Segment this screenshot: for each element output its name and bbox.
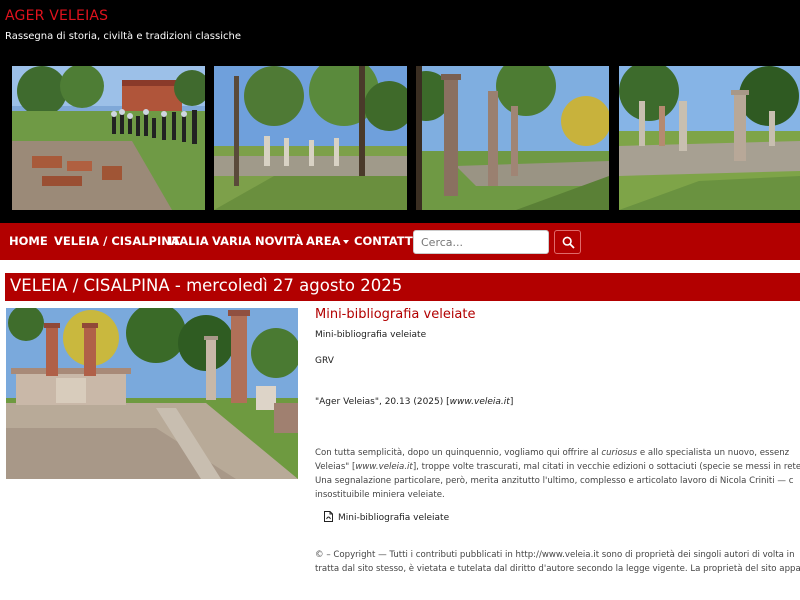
nav-item-area-dropdown[interactable]: AREA	[306, 234, 349, 248]
citation-prefix: "Ager Veleias", 20.13 (2025) [	[315, 397, 450, 407]
attachment-label: Mini-bibliografia veleiate	[338, 513, 450, 523]
copyright-line: © – Copyright — Tutti i contributi pubbl…	[315, 550, 795, 560]
article-subtitle: Mini-bibliografia veleiate	[315, 330, 427, 340]
article-title[interactable]: Mini-bibliografia veleiate	[315, 307, 476, 322]
search-icon	[562, 236, 575, 249]
article-image	[6, 308, 298, 479]
header-photo-park	[214, 66, 407, 210]
section-heading-text: VELEIA / CISALPINA - mercoledì 27 agosto…	[10, 276, 403, 295]
search-button[interactable]	[554, 230, 581, 254]
nav-item-varia[interactable]: VARIA	[212, 234, 251, 248]
copyright-line: tratta dal sito stesso, è vietata e tute…	[315, 564, 800, 574]
search-input[interactable]	[413, 230, 549, 254]
nav-item-contatti[interactable]: CONTATTI	[354, 234, 417, 248]
section-heading: VELEIA / CISALPINA - mercoledì 27 agosto…	[5, 273, 800, 301]
pdf-file-icon	[324, 511, 333, 522]
body-line: insostituibile miniera veleiate.	[315, 490, 445, 500]
header-photo-visitors	[12, 66, 205, 210]
article-author: GRV	[315, 356, 334, 366]
copyright-notice: © – Copyright — Tutti i contributi pubbl…	[315, 548, 800, 576]
attachment-link[interactable]: Mini-bibliografia veleiate	[324, 511, 449, 523]
body-line: Una segnalazione particolare, però, meri…	[315, 476, 794, 486]
nav-item-area-label: AREA	[306, 234, 341, 248]
citation-link[interactable]: www.veleia.it	[450, 397, 510, 407]
caret-down-icon	[342, 239, 349, 244]
site-title[interactable]: AGER VELEIAS	[5, 8, 108, 24]
body-line: Con tutta semplicità, dopo un quinquenni…	[315, 448, 790, 458]
nav-item-novita[interactable]: NOVITÀ	[255, 234, 303, 248]
nav-item-italia[interactable]: ITALIA	[168, 234, 209, 248]
body-line: Veleias" [www.veleia.it], troppe volte t…	[315, 462, 800, 472]
article-body: Con tutta semplicità, dopo un quinquenni…	[315, 446, 800, 502]
nav-item-veleia-cisalpina[interactable]: VELEIA / CISALPINA	[54, 234, 180, 248]
site-tagline: Rassegna di storia, civiltà e tradizioni…	[5, 31, 241, 42]
nav-item-home[interactable]: HOME	[9, 234, 48, 248]
header-photo-forum	[619, 66, 800, 210]
citation-suffix: ]	[509, 397, 514, 407]
site-header: AGER VELEIAS Rassegna di storia, civiltà…	[0, 0, 800, 223]
header-photo-columns	[416, 66, 609, 210]
article-citation: "Ager Veleias", 20.13 (2025) [www.veleia…	[315, 395, 513, 409]
